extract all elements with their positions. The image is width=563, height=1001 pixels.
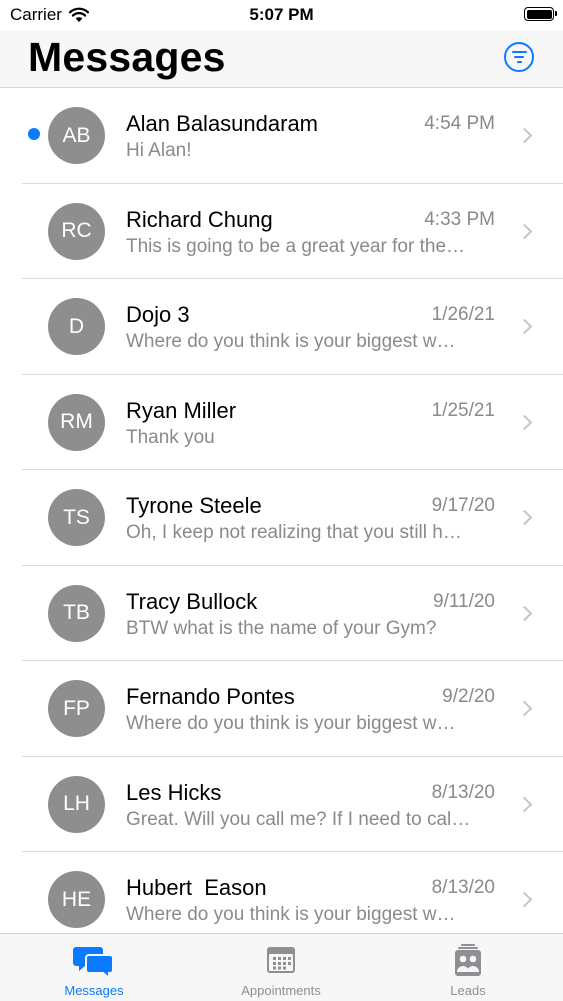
status-time: 5:07 PM: [249, 5, 314, 24]
conversation-list[interactable]: AB Alan Balasundaram 4:54 PM Hi Alan! RC…: [0, 88, 563, 933]
contact-name: Les Hicks: [126, 779, 222, 805]
message-preview: Where do you think is your biggest w…: [126, 904, 456, 925]
contact-name: Ryan Miller: [126, 397, 237, 423]
message-time: 8/13/20: [431, 877, 495, 898]
chevron-right-icon: [516, 509, 533, 526]
filter-button[interactable]: [504, 42, 534, 72]
avatar: D: [48, 298, 105, 355]
chevron-right-icon: [516, 223, 533, 239]
tab-label: Messages: [64, 983, 124, 998]
conversation-row[interactable]: RC Richard Chung 4:33 PM This is going t…: [0, 184, 563, 280]
tab-label: Appointments: [241, 983, 321, 998]
conversation-row[interactable]: RM Ryan Miller 1/25/21 Thank you: [0, 375, 563, 471]
avatar: FP: [48, 680, 105, 737]
message-preview: Where do you think is your biggest w…: [126, 713, 456, 734]
message-time: 1/26/21: [431, 304, 495, 325]
page-title: Messages: [28, 34, 226, 80]
status-bar: Carrier 5:07 PM: [0, 0, 563, 30]
battery-icon: [524, 7, 557, 21]
contact-name: Fernando Pontes: [126, 684, 295, 709]
conversation-row[interactable]: FP Fernando Pontes 9/2/20 Where do you t…: [0, 661, 563, 757]
chevron-right-icon: [516, 891, 533, 908]
conversation-row[interactable]: AB Alan Balasundaram 4:54 PM Hi Alan!: [0, 88, 563, 184]
filter-icon: [511, 51, 527, 53]
message-time: 9/2/20: [442, 686, 495, 707]
avatar: RC: [48, 202, 105, 260]
message-preview: This is going to be a great year for the…: [126, 235, 466, 257]
calendar-icon: [267, 947, 295, 973]
avatar: LH: [48, 775, 105, 833]
tab-label: Leads: [450, 983, 486, 998]
contact-name: Dojo 3: [126, 302, 190, 327]
conversation-row[interactable]: TS Tyrone Steele 9/17/20 Oh, I keep not …: [0, 470, 563, 566]
avatar: HE: [48, 871, 105, 928]
chat-bubbles-icon: [73, 947, 114, 979]
message-preview: Where do you think is your biggest w…: [126, 331, 456, 352]
message-preview: BTW what is the name of your Gym?: [126, 617, 437, 639]
message-preview: Thank you: [126, 426, 215, 448]
conversation-row[interactable]: HE Hubert Eason 8/13/20 Where do you thi…: [0, 852, 563, 933]
chevron-right-icon: [516, 127, 533, 144]
conversation-row[interactable]: LH Les Hicks 8/13/20 Great. Will you cal…: [0, 757, 563, 853]
chevron-right-icon: [516, 605, 533, 621]
avatar: AB: [48, 107, 105, 164]
navigation-header: Messages: [0, 30, 563, 88]
message-preview: Great. Will you call me? If I need to ca…: [126, 808, 471, 830]
contacts-icon: [455, 944, 481, 976]
chevron-right-icon: [516, 796, 533, 812]
conversation-row[interactable]: TB Tracy Bullock 9/11/20 BTW what is the…: [0, 566, 563, 662]
tab-leads[interactable]: Leads: [398, 934, 538, 1001]
contact-name: Alan Balasundaram: [126, 111, 319, 136]
chevron-right-icon: [516, 700, 533, 717]
avatar: TB: [48, 584, 105, 642]
contact-name: Tyrone Steele: [126, 493, 262, 518]
message-time: 4:33 PM: [424, 208, 495, 230]
tab-bar: Messages Appointments Leads: [0, 933, 563, 1001]
chevron-right-icon: [516, 414, 533, 430]
avatar: TS: [48, 489, 105, 546]
message-time: 9/11/20: [433, 590, 495, 612]
contact-name: Hubert Eason: [126, 875, 267, 900]
unread-indicator: [28, 128, 40, 140]
message-time: 1/25/21: [431, 399, 495, 421]
tab-appointments[interactable]: Appointments: [211, 934, 351, 1001]
message-time: 9/17/20: [431, 495, 495, 516]
message-time: 4:54 PM: [424, 113, 495, 134]
tab-messages[interactable]: Messages: [24, 934, 164, 1001]
avatar: RM: [48, 393, 105, 451]
message-preview: Hi Alan!: [126, 140, 192, 161]
contact-name: Tracy Bullock: [126, 588, 258, 614]
message-preview: Oh, I keep not realizing that you still …: [126, 522, 462, 543]
chevron-right-icon: [516, 318, 533, 335]
contact-name: Richard Chung: [126, 206, 273, 232]
message-time: 8/13/20: [431, 781, 495, 803]
conversation-row[interactable]: D Dojo 3 1/26/21 Where do you think is y…: [0, 279, 563, 375]
